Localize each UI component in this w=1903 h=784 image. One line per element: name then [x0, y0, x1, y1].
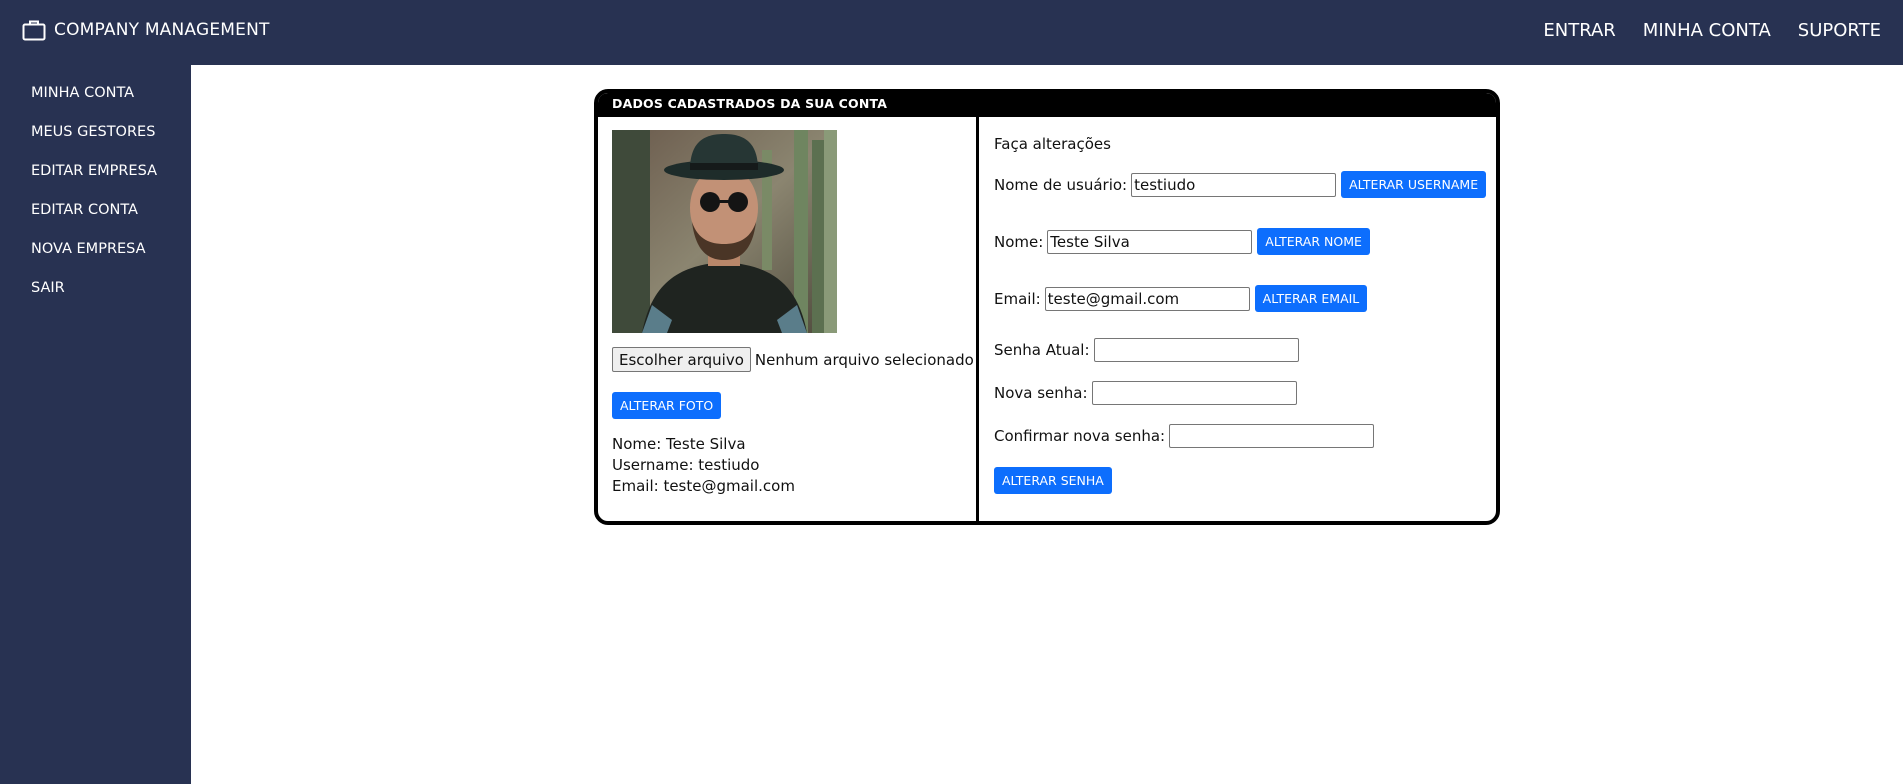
form-title: Faça alterações: [994, 135, 1111, 153]
name-input[interactable]: [1047, 229, 1253, 254]
file-status: Nenhum arquivo selecionado: [754, 350, 974, 369]
confirm-password-label: Confirmar nova senha:: [994, 427, 1166, 445]
brand-name: COMPANY MANAGEMENT: [54, 20, 270, 40]
info-email: Email: teste@gmail.com: [612, 477, 795, 495]
name-label: Nome:: [994, 232, 1044, 251]
alterar-email-button[interactable]: ALTERAR EMAIL: [1254, 285, 1368, 312]
info-nome: Nome: Teste Silva: [612, 435, 746, 453]
nav-minha-conta[interactable]: MINHA CONTA: [1643, 20, 1771, 41]
new-password-input[interactable]: [1091, 381, 1297, 405]
sidebar-item-editar-conta[interactable]: EDITAR CONTA: [0, 199, 191, 238]
username-input[interactable]: [1131, 172, 1337, 197]
confirm-password-input[interactable]: [1169, 424, 1375, 448]
top-navbar: COMPANY MANAGEMENT ENTRAR MINHA CONTA SU…: [0, 0, 1903, 65]
card-title: DADOS CADASTRADOS DA SUA CONTA: [598, 93, 1496, 117]
sidebar: MINHA CONTA MEUS GESTORES EDITAR EMPRESA…: [0, 65, 191, 784]
top-nav: ENTRAR MINHA CONTA SUPORTE: [1543, 20, 1881, 41]
brand[interactable]: COMPANY MANAGEMENT: [22, 19, 270, 41]
briefcase-icon: [22, 19, 46, 41]
email-label: Email:: [994, 289, 1041, 308]
account-card: DADOS CADASTRADOS DA SUA CONTA Escolher …: [594, 89, 1500, 525]
confirm-password-row: Confirmar nova senha:: [994, 424, 1375, 448]
name-row: Nome: ALTERAR NOME: [994, 228, 1370, 255]
new-password-row: Nova senha:: [994, 381, 1297, 405]
email-input[interactable]: [1044, 286, 1250, 311]
sidebar-item-editar-empresa[interactable]: EDITAR EMPRESA: [0, 160, 191, 199]
sidebar-item-sair[interactable]: SAIR: [0, 277, 191, 316]
sidebar-item-minha-conta[interactable]: MINHA CONTA: [0, 82, 191, 121]
alterar-senha-button[interactable]: ALTERAR SENHA: [994, 467, 1112, 494]
profile-column: Escolher arquivo Nenhum arquivo selecion…: [598, 117, 979, 521]
choose-file-button[interactable]: Escolher arquivo: [612, 347, 751, 372]
current-password-row: Senha Atual:: [994, 338, 1299, 362]
sidebar-item-nova-empresa[interactable]: NOVA EMPRESA: [0, 238, 191, 277]
account-info: Nome: Teste Silva Username: testiudo Ema…: [612, 434, 795, 497]
password-submit-row: ALTERAR SENHA: [994, 467, 1112, 494]
info-username: Username: testiudo: [612, 456, 760, 474]
nav-suporte[interactable]: SUPORTE: [1798, 20, 1881, 41]
alterar-foto-button[interactable]: ALTERAR FOTO: [612, 392, 722, 419]
file-picker: Escolher arquivo Nenhum arquivo selecion…: [612, 347, 974, 372]
current-password-input[interactable]: [1093, 338, 1299, 362]
edit-form: Faça alterações Nome de usuário: ALTERAR…: [979, 117, 1496, 521]
current-password-label: Senha Atual:: [994, 341, 1090, 359]
alterar-nome-button[interactable]: ALTERAR NOME: [1257, 228, 1370, 255]
email-row: Email: ALTERAR EMAIL: [994, 285, 1368, 312]
new-password-label: Nova senha:: [994, 384, 1088, 402]
username-row: Nome de usuário: ALTERAR USERNAME: [994, 171, 1487, 198]
nav-entrar[interactable]: ENTRAR: [1543, 20, 1615, 41]
alterar-username-button[interactable]: ALTERAR USERNAME: [1341, 171, 1487, 198]
username-label: Nome de usuário:: [994, 175, 1128, 194]
profile-photo: [612, 130, 837, 333]
sidebar-item-meus-gestores[interactable]: MEUS GESTORES: [0, 121, 191, 160]
